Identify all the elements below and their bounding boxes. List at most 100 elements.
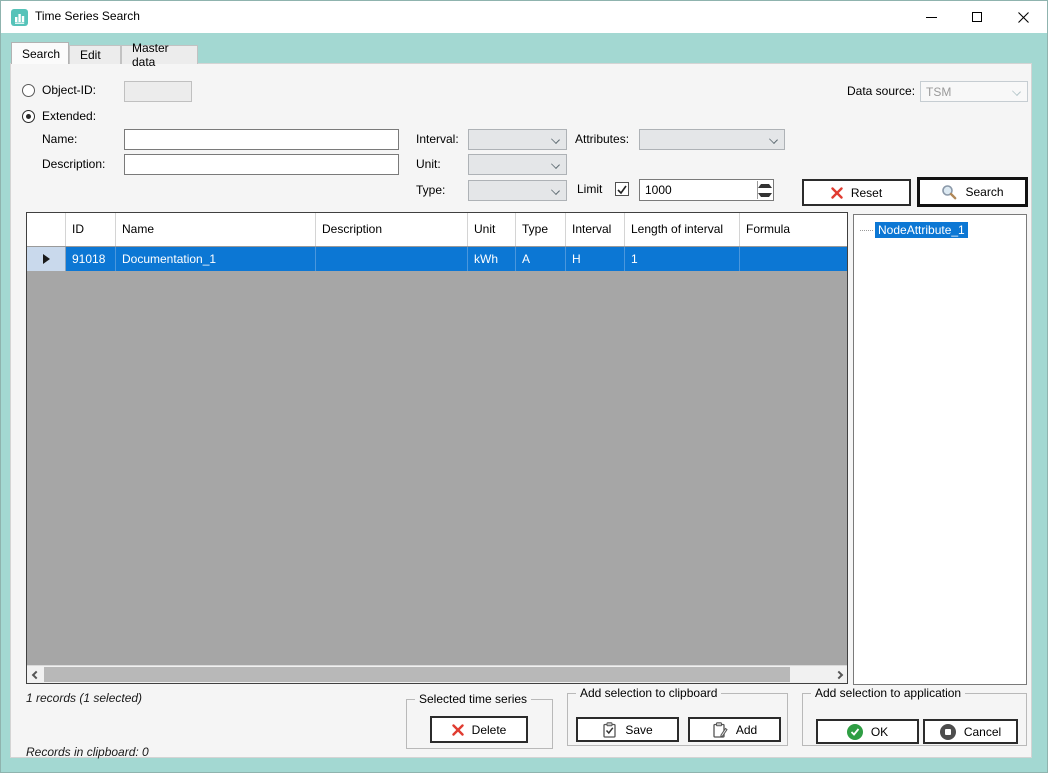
column-header-description[interactable]: Description <box>316 213 468 246</box>
results-grid: ID Name Description Unit Type Interval L… <box>26 212 848 684</box>
column-header-length-of-interval[interactable]: Length of interval <box>625 213 740 246</box>
add-to-application-group: Add selection to application OK Cancel <box>802 693 1027 746</box>
search-tab-page: Object-ID: Data source: TSM Extended: Na… <box>10 63 1032 758</box>
scrollbar-thumb[interactable] <box>44 667 790 682</box>
attributes-dropdown[interactable] <box>639 129 785 150</box>
maximize-icon <box>972 12 982 22</box>
cell-description[interactable] <box>316 247 468 271</box>
row-selector-header <box>27 213 66 246</box>
type-dropdown[interactable] <box>468 180 567 201</box>
tab-edit[interactable]: Edit <box>69 45 121 64</box>
tab-master-data[interactable]: Master data <box>121 45 198 64</box>
scroll-left-icon[interactable] <box>27 666 44 683</box>
close-button[interactable] <box>1000 1 1046 33</box>
app-bar-chart-icon <box>11 9 28 26</box>
chevron-down-icon <box>1012 87 1021 96</box>
grid-empty-area <box>27 271 847 665</box>
description-input[interactable] <box>124 154 399 175</box>
spin-up-icon[interactable] <box>758 181 772 190</box>
cell-name[interactable]: Documentation_1 <box>116 247 316 271</box>
magnifier-icon <box>941 184 957 200</box>
extended-label: Extended: <box>42 109 96 123</box>
cancel-button[interactable]: Cancel <box>923 719 1018 744</box>
tab-search[interactable]: Search <box>11 42 69 64</box>
name-input[interactable] <box>124 129 399 150</box>
tab-strip: Search Edit Master data <box>11 42 198 64</box>
close-icon <box>1018 12 1029 23</box>
chevron-down-icon <box>769 135 778 144</box>
node-attribute-tree: NodeAttribute_1 <box>853 214 1027 685</box>
cell-id[interactable]: 91018 <box>66 247 116 271</box>
column-header-interval[interactable]: Interval <box>566 213 625 246</box>
column-header-unit[interactable]: Unit <box>468 213 516 246</box>
tree-item[interactable]: NodeAttribute_1 <box>860 222 968 238</box>
tree-item-label[interactable]: NodeAttribute_1 <box>875 222 968 238</box>
add-button[interactable]: Add <box>688 717 781 742</box>
cancel-button-label: Cancel <box>964 725 1001 739</box>
name-label: Name: <box>42 132 77 146</box>
type-label: Type: <box>416 183 445 197</box>
add-button-label: Add <box>736 723 757 737</box>
cell-formula[interactable] <box>740 247 847 271</box>
extended-radio[interactable] <box>22 110 35 123</box>
current-row-arrow-icon <box>43 254 50 264</box>
limit-value-input[interactable]: 1000 <box>639 179 774 201</box>
spin-down-icon[interactable] <box>758 190 772 199</box>
ok-check-icon <box>847 724 863 740</box>
interval-dropdown[interactable] <box>468 129 567 150</box>
limit-spinner[interactable] <box>757 181 772 199</box>
records-status: 1 records (1 selected) <box>26 691 142 705</box>
chevron-down-icon <box>551 186 560 195</box>
save-button[interactable]: Save <box>576 717 679 742</box>
object-id-radio[interactable] <box>22 84 35 97</box>
cell-type[interactable]: A <box>516 247 566 271</box>
cell-unit[interactable]: kWh <box>468 247 516 271</box>
selected-time-series-title: Selected time series <box>415 692 531 706</box>
add-to-application-title: Add selection to application <box>811 686 965 700</box>
ok-button-label: OK <box>871 725 888 739</box>
clipboard-status: Records in clipboard: 0 <box>26 745 149 759</box>
grid-header-row: ID Name Description Unit Type Interval L… <box>27 213 847 247</box>
column-header-formula[interactable]: Formula <box>740 213 847 246</box>
unit-dropdown[interactable] <box>468 154 567 175</box>
object-id-field <box>124 81 192 102</box>
red-x-icon <box>452 724 464 736</box>
chevron-down-icon <box>551 135 560 144</box>
minimize-icon <box>926 17 937 18</box>
limit-label: Limit <box>577 182 602 196</box>
column-header-name[interactable]: Name <box>116 213 316 246</box>
clipboard-add-icon <box>712 722 728 738</box>
limit-value: 1000 <box>645 183 672 197</box>
data-source-value: TSM <box>926 85 951 99</box>
column-header-type[interactable]: Type <box>516 213 566 246</box>
chevron-down-icon <box>551 160 560 169</box>
minimize-button[interactable] <box>908 1 954 33</box>
window-title: Time Series Search <box>35 9 140 23</box>
cancel-stop-icon <box>940 724 956 740</box>
data-source-dropdown: TSM <box>920 81 1028 102</box>
limit-checkbox[interactable] <box>615 182 629 196</box>
reset-button[interactable]: Reset <box>802 179 911 206</box>
add-to-clipboard-title: Add selection to clipboard <box>576 686 721 700</box>
delete-button[interactable]: Delete <box>430 716 528 743</box>
time-series-search-window: Time Series Search Search Edit Master da… <box>0 0 1048 773</box>
scroll-right-icon[interactable] <box>830 666 847 683</box>
clipboard-check-icon <box>602 722 617 738</box>
cell-interval[interactable]: H <box>566 247 625 271</box>
title-bar: Time Series Search <box>1 1 1047 33</box>
horizontal-scrollbar[interactable] <box>27 665 847 683</box>
data-source-label: Data source: <box>847 84 915 98</box>
selected-time-series-group: Selected time series Delete <box>406 699 553 749</box>
search-button-label: Search <box>965 185 1003 199</box>
check-icon <box>616 184 628 196</box>
save-button-label: Save <box>625 723 652 737</box>
add-to-clipboard-group: Add selection to clipboard Save Add <box>567 693 788 746</box>
cell-length-of-interval[interactable]: 1 <box>625 247 740 271</box>
column-header-id[interactable]: ID <box>66 213 116 246</box>
maximize-button[interactable] <box>954 1 1000 33</box>
table-row[interactable]: 91018 Documentation_1 kWh A H 1 <box>27 247 847 271</box>
ok-button[interactable]: OK <box>816 719 919 744</box>
row-selector-cell[interactable] <box>27 247 66 271</box>
search-button[interactable]: Search <box>917 177 1028 207</box>
tree-connector <box>860 230 873 231</box>
